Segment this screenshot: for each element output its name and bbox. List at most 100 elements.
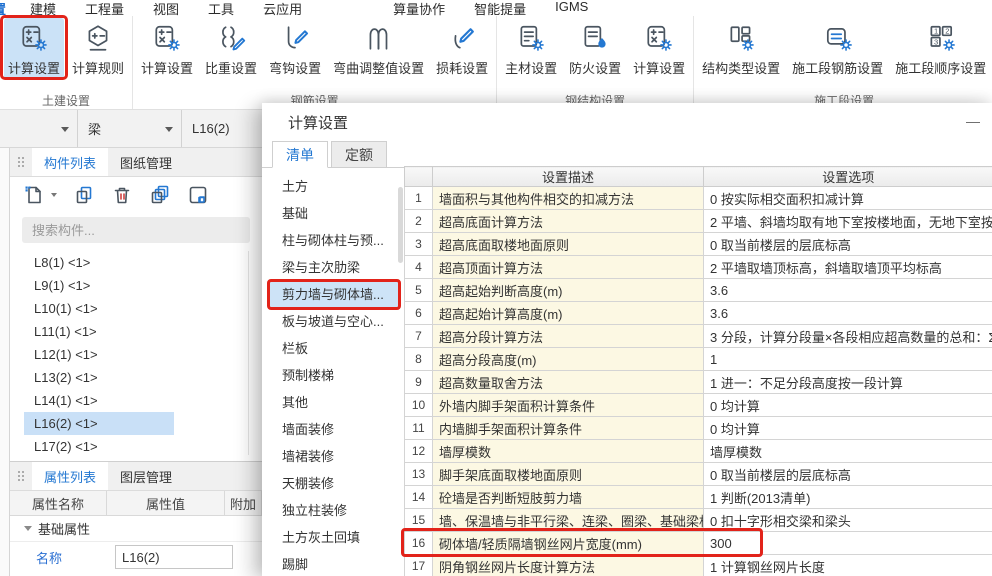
tab-component-list[interactable]: 构件列表	[32, 148, 109, 176]
setting-option[interactable]: 3 分段，计算分段量×各段相应超高数量的总和：Σ分段	[703, 324, 992, 348]
category-nav-item[interactable]: 土方	[268, 173, 400, 200]
category-nav-item[interactable]: 墙面装修	[268, 416, 400, 443]
ribbon-button[interactable]: 损耗设置	[432, 18, 492, 79]
ribbon-button[interactable]: 计算设置	[0, 15, 69, 80]
loss-settings-icon	[446, 22, 478, 54]
ribbon-button[interactable]: 123 施工段顺序设置	[891, 18, 990, 79]
setting-option[interactable]: 0 扣十字形相交梁和梁头	[703, 508, 992, 532]
category-nav-item[interactable]: 墙裙装修	[268, 443, 400, 470]
tab-drawing-management[interactable]: 图纸管理	[108, 148, 184, 176]
property-name-label: 名称	[36, 550, 63, 566]
menu-tab[interactable]: 视图	[153, 0, 179, 18]
settings-row: 8 超高分段高度(m) 1	[404, 347, 992, 371]
fireproof-icon	[579, 22, 611, 54]
category-nav-item[interactable]: 栏板	[268, 335, 400, 362]
setting-option[interactable]: 0 取当前楼层的层底标高	[703, 232, 992, 256]
tab-bill-of-quantities[interactable]: 清单	[272, 141, 328, 168]
setting-option[interactable]: 1 计算钢丝网片长度	[703, 554, 992, 576]
dialog-title: 计算设置	[288, 115, 349, 132]
category-nav-item[interactable]: 天棚装修	[268, 470, 400, 497]
search-input[interactable]	[22, 217, 250, 243]
calc-settings-icon	[151, 22, 183, 54]
tab-quota[interactable]: 定额	[331, 141, 387, 168]
floor-dropdown[interactable]	[0, 110, 78, 147]
category-nav-item[interactable]: 土方灰土回填	[268, 524, 400, 551]
setting-option[interactable]: 0 均计算	[703, 416, 992, 440]
component-list-item[interactable]: L10(1) <1>	[24, 297, 174, 320]
bend-adjust-icon	[363, 22, 395, 54]
ribbon-button[interactable]: 防火设置	[565, 18, 625, 79]
delete-icon[interactable]	[110, 183, 134, 207]
menu-tab[interactable]: 云应用	[263, 0, 302, 18]
setting-option[interactable]: 2 平墙、斜墙均取有地下室按楼地面，无地下室按室外	[703, 209, 992, 233]
category-nav-item[interactable]: 板与坡道与空心...	[268, 308, 400, 335]
setting-option[interactable]: 3.6	[703, 301, 992, 325]
menu-tab[interactable]: 工程量	[85, 0, 124, 18]
component-list-item[interactable]: L13(2) <1>	[24, 366, 174, 389]
component-list-item[interactable]: L11(1) <1>	[24, 320, 174, 343]
menu-tab-active-partial[interactable]: 置	[0, 0, 6, 18]
batch-copy-icon[interactable]	[148, 183, 172, 207]
menu-tab[interactable]: 建模	[30, 0, 56, 18]
category-nav-item[interactable]: 梁与主次肋梁	[268, 254, 400, 281]
ribbon-button[interactable]: 弯曲调整值设置	[329, 18, 428, 79]
settings-table: 设置描述 设置选项 1 墙面积与其他构件相交的扣减方法 0 按实际相交面积扣减计…	[404, 166, 992, 576]
copy-icon[interactable]	[72, 183, 96, 207]
ribbon-button[interactable]: 施工段钢筋设置	[788, 18, 887, 79]
menu-tab[interactable]: 算量协作	[393, 0, 445, 18]
ribbon-button[interactable]: 弯钩设置	[265, 18, 325, 79]
ribbon-button[interactable]: 比重设置	[201, 18, 261, 79]
property-group-basic[interactable]: 基础属性	[10, 516, 262, 542]
ribbon-button[interactable]: 计算规则	[68, 18, 128, 79]
settings-row: 2 超高底面计算方法 2 平墙、斜墙均取有地下室按楼地面，无地下室按室外	[404, 209, 992, 233]
chevron-down-icon	[61, 127, 69, 132]
component-list-item[interactable]: L12(1) <1>	[24, 343, 174, 366]
ribbon-button[interactable]: 结构类型设置	[698, 18, 784, 79]
setting-option[interactable]: 0 均计算	[703, 393, 992, 417]
component-list-item[interactable]: L16(2) <1>	[24, 412, 174, 435]
setting-option[interactable]: 0 取当前楼层的层底标高	[703, 462, 992, 486]
save-icon[interactable]	[186, 183, 210, 207]
minimize-icon[interactable]: —	[966, 113, 980, 129]
setting-option[interactable]: 300	[703, 531, 992, 555]
category-nav-item[interactable]: 柱与砌体柱与预...	[268, 227, 400, 254]
component-list-item[interactable]: L17(2) <1>	[24, 435, 174, 455]
setting-option[interactable]: 墙厚模数	[703, 439, 992, 463]
tab-property-list[interactable]: 属性列表	[32, 462, 109, 490]
ribbon-button[interactable]: 计算设置	[629, 18, 689, 79]
setting-option[interactable]: 1	[703, 347, 992, 371]
setting-option[interactable]: 1 判断(2013清单)	[703, 485, 992, 509]
settings-row: 11 内墙脚手架面积计算条件 0 均计算	[404, 416, 992, 440]
property-name-input[interactable]	[115, 545, 233, 569]
property-grid-header: 属性名称 属性值 附加	[10, 491, 262, 516]
drag-handle-icon[interactable]	[18, 470, 28, 482]
settings-row: 10 外墙内脚手架面积计算条件 0 均计算	[404, 393, 992, 417]
setting-option[interactable]: 3.6	[703, 278, 992, 302]
ribbon-group-steel-settings: 主材设置 防火设置 计算设置 钢结构设置	[497, 16, 695, 109]
category-nav-item[interactable]: 剪力墙与砌体墙...	[267, 279, 401, 310]
setting-option[interactable]: 0 按实际相交面积扣减计算	[703, 186, 992, 210]
component-list-item[interactable]: L9(1) <1>	[24, 274, 174, 297]
menu-tab[interactable]: 工具	[208, 0, 234, 18]
category-nav-item[interactable]: 基础	[268, 200, 400, 227]
row-number: 10	[404, 393, 433, 417]
component-list-item[interactable]: L14(1) <1>	[24, 389, 174, 412]
menu-tab[interactable]: 智能提量	[474, 0, 526, 18]
category-nav-item[interactable]: 其他	[268, 389, 400, 416]
category-nav-item[interactable]: 预制楼梯	[268, 362, 400, 389]
category-nav-item[interactable]: 踢脚	[268, 551, 400, 576]
ribbon-button[interactable]: 计算设置	[137, 18, 197, 79]
settings-row: 12 墙厚模数 墙厚模数	[404, 439, 992, 463]
menu-tab[interactable]: IGMS	[555, 0, 588, 18]
category-nav-item[interactable]: 独立柱装修	[268, 497, 400, 524]
new-component-icon[interactable]	[22, 183, 57, 207]
nav-scrollbar-thumb[interactable]	[398, 187, 403, 263]
component-type-dropdown[interactable]: 梁	[78, 110, 182, 147]
row-number: 12	[404, 439, 433, 463]
ribbon-button[interactable]: 主材设置	[501, 18, 561, 79]
tab-layer-management[interactable]: 图层管理	[108, 462, 184, 490]
setting-option[interactable]: 1 进一：不足分段高度按一段计算	[703, 370, 992, 394]
drag-handle-icon[interactable]	[18, 156, 28, 168]
setting-option[interactable]: 2 平墙取墙顶标高，斜墙取墙顶平均标高	[703, 255, 992, 279]
component-list-item[interactable]: L8(1) <1>	[24, 251, 174, 274]
